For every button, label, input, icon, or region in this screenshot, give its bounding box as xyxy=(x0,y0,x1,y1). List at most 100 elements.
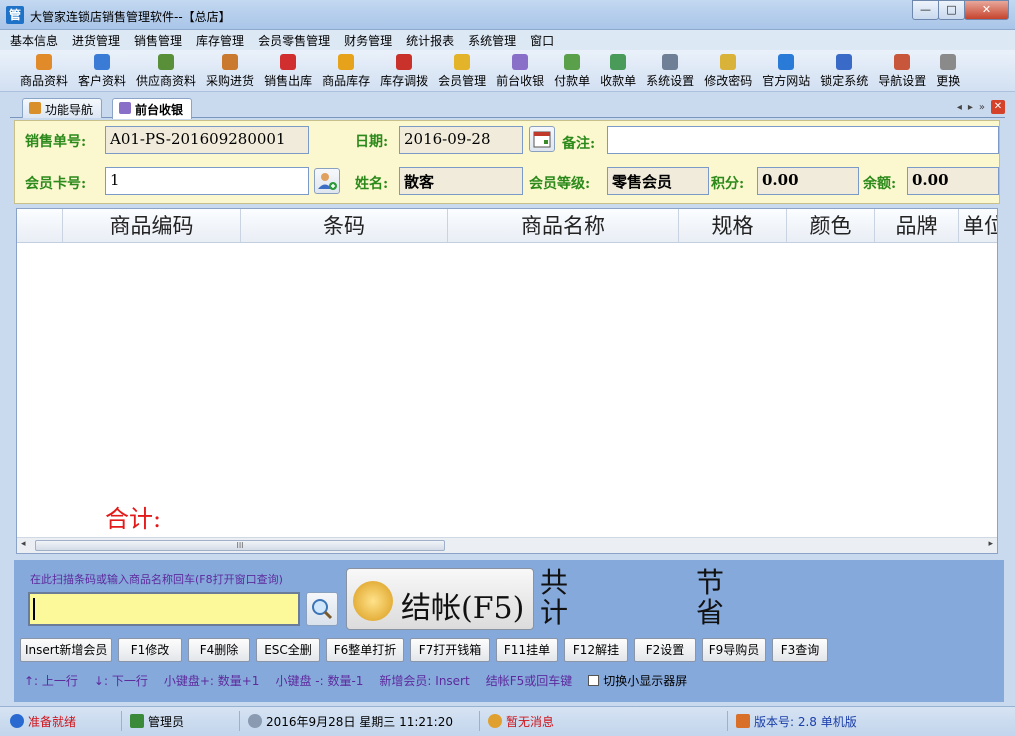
toolbar-nav-settings-button[interactable]: 导航设置 xyxy=(874,50,930,91)
toolbar-customer-button[interactable]: 客户资料 xyxy=(74,50,130,91)
close-tab-icon[interactable]: ✕ xyxy=(991,100,1005,114)
card-label: 会员卡号: xyxy=(25,176,87,192)
toolbar-transfer-button[interactable]: 库存调拨 xyxy=(376,50,432,91)
note-input[interactable] xyxy=(607,126,999,154)
toolbar-supplier-button[interactable]: 供应商资料 xyxy=(132,50,200,91)
small-screen-label: 切换小显示器屏 xyxy=(603,674,688,688)
switch-icon xyxy=(940,54,957,70)
checkout-button[interactable]: 结帐(F5) xyxy=(346,568,534,630)
column-barcode[interactable]: 条码 xyxy=(241,209,448,242)
title-bar: 管 大管家连锁店销售管理软件--【总店】 — □ ✕ xyxy=(0,0,1015,30)
f7-open-drawer-button[interactable]: F7打开钱箱 xyxy=(410,638,490,662)
tab-function-nav[interactable]: 功能导航 xyxy=(22,98,103,118)
menu-system[interactable]: 系统管理 xyxy=(468,32,516,49)
toolbar-ie-button[interactable]: 官方网站 xyxy=(758,50,814,91)
password-icon xyxy=(720,54,737,70)
f2-settings-button[interactable]: F2设置 xyxy=(634,638,696,662)
menu-window[interactable]: 窗口 xyxy=(530,32,554,49)
horizontal-scrollbar[interactable]: ◂ III ▸ xyxy=(17,537,997,553)
column-product-name[interactable]: 商品名称 xyxy=(448,209,679,242)
column-brand[interactable]: 品牌 xyxy=(875,209,959,242)
menu-inventory[interactable]: 库存管理 xyxy=(196,32,244,49)
status-user: 管理员 xyxy=(130,711,240,731)
scroll-left-icon[interactable]: ◂ xyxy=(21,539,26,549)
status-datetime: 2016年9月28日 星期三 11:21:20 xyxy=(248,711,480,731)
close-button[interactable]: ✕ xyxy=(964,0,1009,20)
f6-discount-button[interactable]: F6整单打折 xyxy=(326,638,404,662)
esc-clear-all-button[interactable]: ESC全删 xyxy=(256,638,320,662)
settings-icon xyxy=(662,54,679,70)
tab-cashier[interactable]: 前台收银 xyxy=(112,98,193,119)
toolbar-lock-button[interactable]: 锁定系统 xyxy=(816,50,872,91)
toolbar-label: 供应商资料 xyxy=(136,74,197,88)
date-label: 日期: xyxy=(355,134,389,150)
toolbar-warehouse-button[interactable]: 商品库存 xyxy=(318,50,374,91)
window-title: 大管家连锁店销售管理软件--【总店】 xyxy=(30,10,231,24)
add-member-button[interactable] xyxy=(314,168,340,194)
name-label: 姓名: xyxy=(355,176,389,192)
toolbar-truck-button[interactable]: 采购进货 xyxy=(202,50,258,91)
tab-scroll-right-icon[interactable]: ▸ xyxy=(968,102,973,113)
text-caret xyxy=(33,598,35,620)
tab-scroll-left-icon[interactable]: ◂ xyxy=(957,102,962,113)
member-level-field: 零售会员 xyxy=(607,167,709,195)
total-label: 合计: xyxy=(105,505,162,533)
product-search-button[interactable] xyxy=(306,592,338,626)
calendar-button[interactable] xyxy=(529,126,555,152)
toolbar-switch-button[interactable]: 更换 xyxy=(932,50,964,91)
tab-list-icon[interactable]: » xyxy=(979,102,985,113)
toolbar-label: 前台收银 xyxy=(496,74,545,88)
f11-hold-button[interactable]: F11挂单 xyxy=(496,638,558,662)
tab-label: 功能导航 xyxy=(45,103,94,117)
toolbar-label: 销售出库 xyxy=(264,74,313,88)
column-row-indicator xyxy=(17,209,63,242)
menu-finance[interactable]: 财务管理 xyxy=(344,32,392,49)
menu-reports[interactable]: 统计报表 xyxy=(406,32,454,49)
menu-sales[interactable]: 销售管理 xyxy=(134,32,182,49)
toolbar-cashier-button[interactable]: 前台收银 xyxy=(492,50,548,91)
hint-qty-minus: 小键盘 -: 数量-1 xyxy=(275,674,364,688)
f1-edit-button[interactable]: F1修改 xyxy=(118,638,182,662)
toolbar-payment-button[interactable]: 付款单 xyxy=(550,50,594,91)
toolbar-password-button[interactable]: 修改密码 xyxy=(700,50,756,91)
f12-unhold-button[interactable]: F12解挂 xyxy=(564,638,628,662)
f3-query-button[interactable]: F3查询 xyxy=(772,638,828,662)
toolbar-label: 采购进货 xyxy=(206,74,255,88)
member-card-input[interactable]: 1 xyxy=(105,167,309,195)
column-product-code[interactable]: 商品编码 xyxy=(63,209,241,242)
sales-items-grid[interactable]: 商品编码 条码 商品名称 规格 颜色 品牌 单位 合计: ◂ III ▸ xyxy=(16,208,998,554)
insert-add-member-button[interactable]: Insert新增会员 xyxy=(20,638,112,662)
small-screen-checkbox[interactable] xyxy=(588,675,600,686)
minimize-button[interactable]: — xyxy=(912,0,939,20)
toolbar-receipt-button[interactable]: 收款单 xyxy=(596,50,640,91)
menu-bar: 基本信息 进货管理 销售管理 库存管理 会员零售管理 财务管理 统计报表 系统管… xyxy=(0,30,1015,50)
menu-member-retail[interactable]: 会员零售管理 xyxy=(258,32,330,49)
menu-purchase[interactable]: 进货管理 xyxy=(72,32,120,49)
toolbar-product-button[interactable]: 商品资料 xyxy=(16,50,72,91)
tab-label: 前台收银 xyxy=(135,103,184,117)
f4-delete-button[interactable]: F4删除 xyxy=(188,638,250,662)
status-bar: 准备就绪 管理员 2016年9月28日 星期三 11:21:20 暂无消息 版本… xyxy=(0,706,1015,736)
balance-label: 余额: xyxy=(863,176,897,192)
order-info-panel: 销售单号: A01-PS-201609280001 日期: 2016-09-28… xyxy=(14,120,1000,204)
column-color[interactable]: 颜色 xyxy=(787,209,875,242)
f9-salesperson-button[interactable]: F9导购员 xyxy=(702,638,766,662)
toolbar-basket-button[interactable]: 销售出库 xyxy=(260,50,316,91)
column-unit[interactable]: 单位 xyxy=(959,209,997,242)
main-toolbar: 商品资料 客户资料 供应商资料 采购进货 销售出库 商品库存 库存调拨 会员管理 前台收银 付款单… xyxy=(0,50,1015,92)
scroll-thumb[interactable]: III xyxy=(35,540,445,551)
toolbar-settings-button[interactable]: 系统设置 xyxy=(642,50,698,91)
scroll-right-icon[interactable]: ▸ xyxy=(988,539,993,549)
date-field[interactable]: 2016-09-28 xyxy=(399,126,523,154)
column-spec[interactable]: 规格 xyxy=(679,209,787,242)
barcode-input[interactable] xyxy=(28,592,300,626)
points-label: 积分: xyxy=(711,176,745,192)
total-items-label: 共计 xyxy=(540,566,569,629)
window-controls: — □ ✕ xyxy=(912,0,1009,20)
truck-icon xyxy=(222,54,239,70)
member-name-field: 散客 xyxy=(399,167,523,195)
restore-button[interactable]: □ xyxy=(938,0,965,20)
toolbar-member-button[interactable]: 会员管理 xyxy=(434,50,490,91)
nav-icon xyxy=(29,102,41,114)
menu-basic-info[interactable]: 基本信息 xyxy=(10,32,58,49)
